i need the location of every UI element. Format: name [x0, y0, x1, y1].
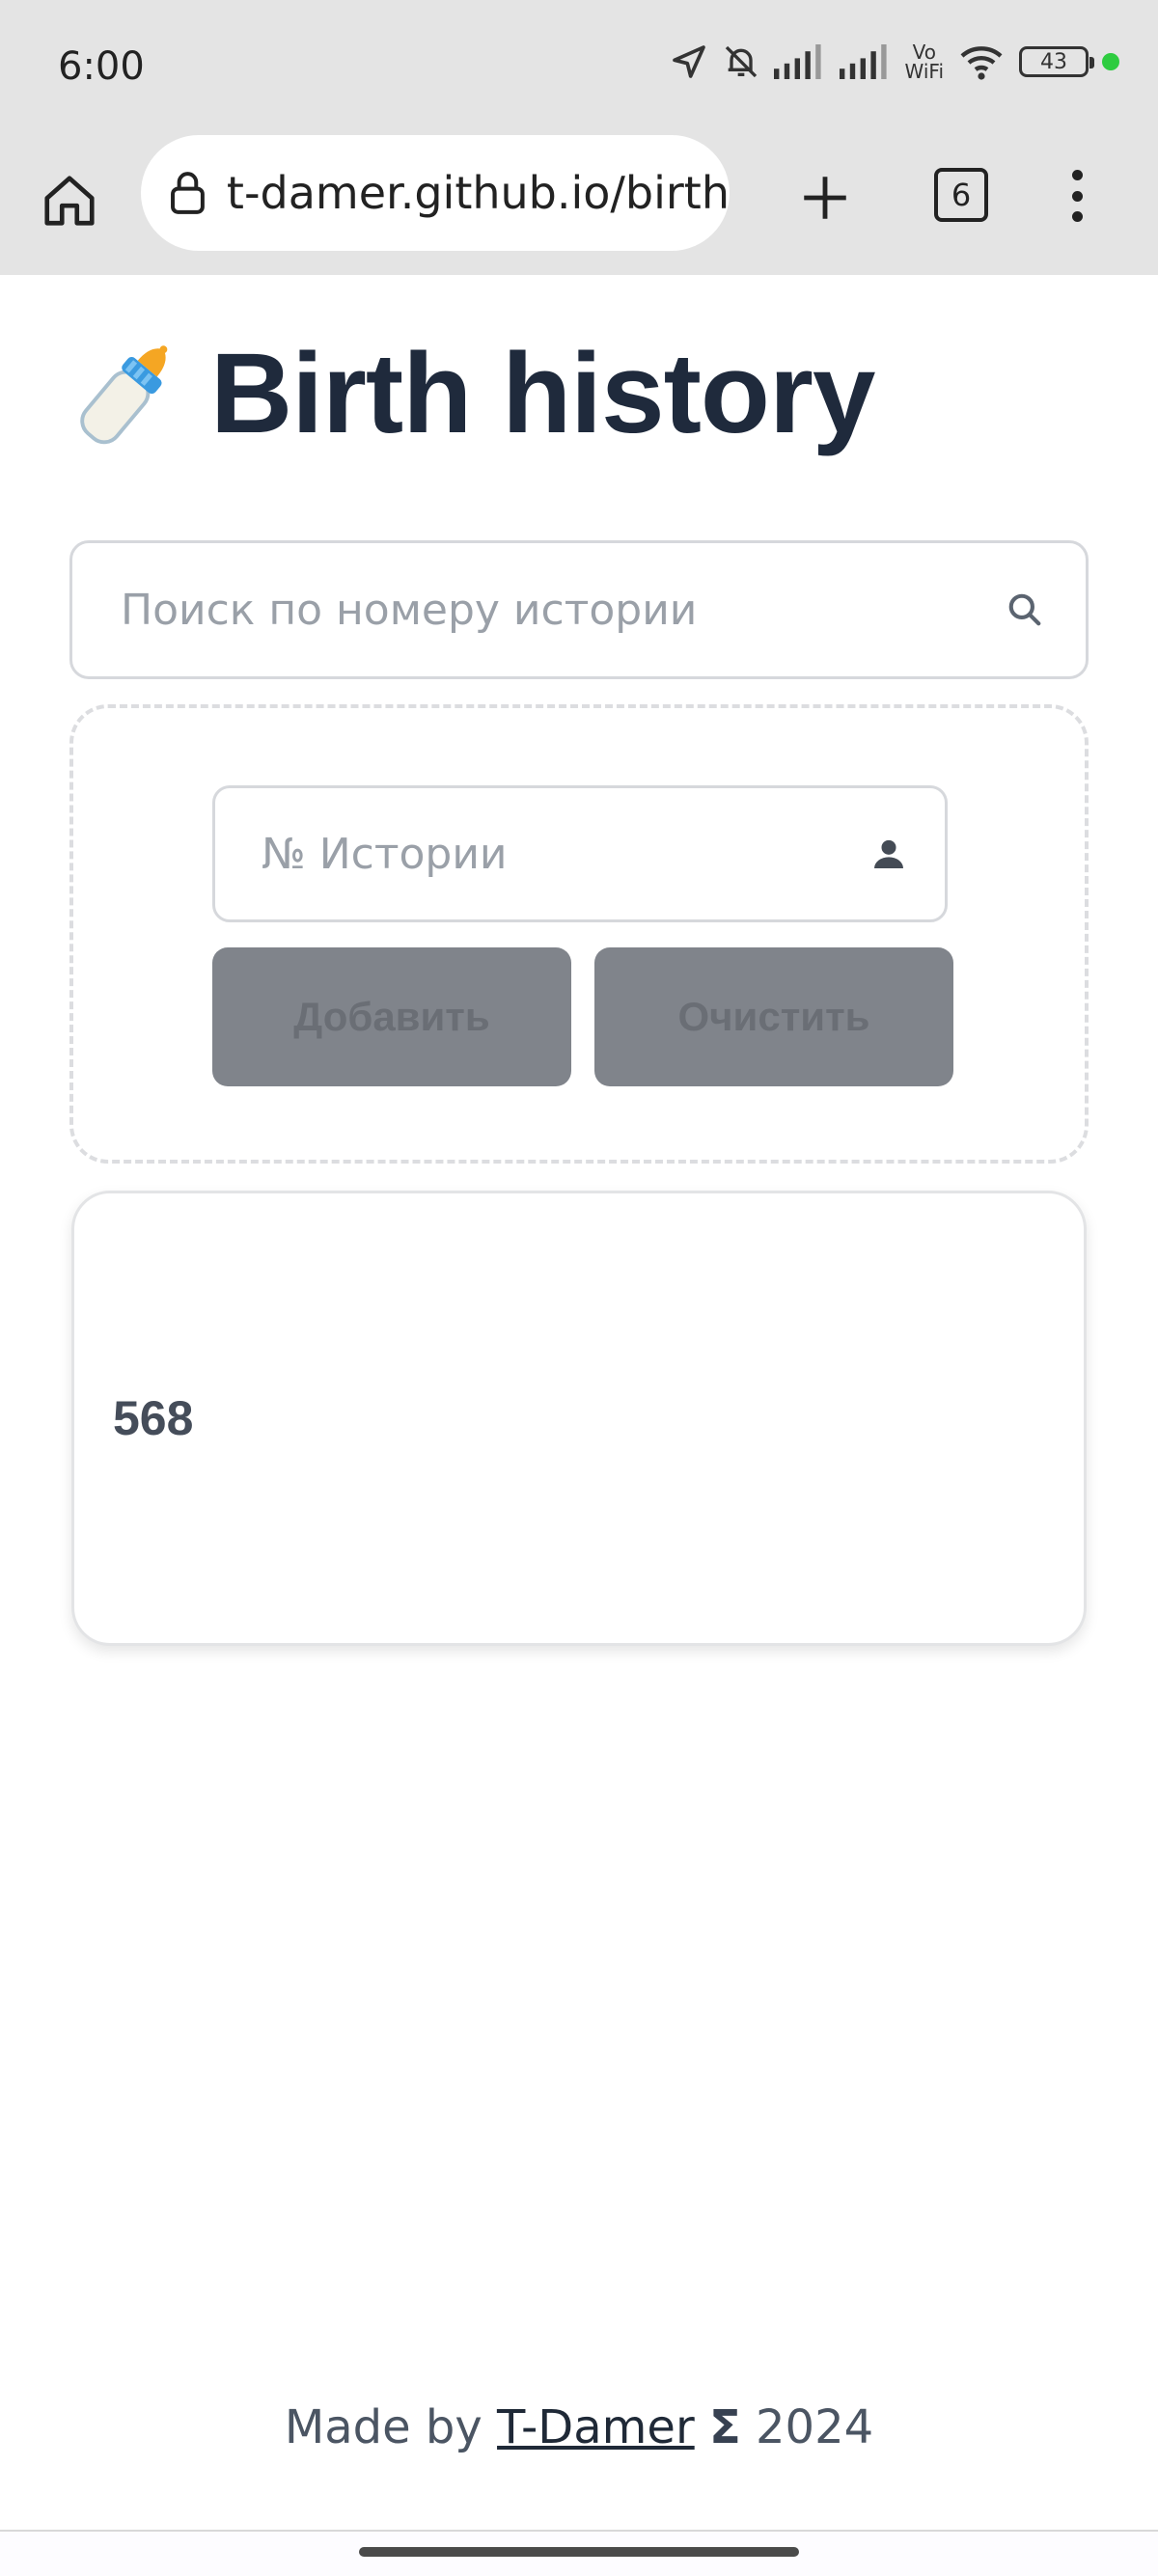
add-button[interactable]: Добавить	[212, 947, 571, 1086]
footer-year: 2024	[756, 2400, 874, 2454]
vowifi-bottom: WiFi	[904, 60, 945, 83]
status-green-dot	[1102, 53, 1119, 70]
search-input[interactable]	[121, 585, 1006, 635]
battery-icon: 43	[1019, 46, 1094, 77]
vowifi-icon: Vo WiFi	[905, 42, 945, 81]
status-time: 6:00	[58, 44, 145, 89]
add-record-panel: Добавить Очистить	[69, 704, 1089, 1164]
tabs-button[interactable]: 6	[934, 168, 988, 222]
record-number: 568	[113, 1391, 194, 1445]
search-box	[69, 540, 1089, 679]
gesture-handle[interactable]	[359, 2547, 799, 2557]
history-number-input[interactable]	[262, 829, 869, 879]
wifi-icon	[960, 46, 1003, 80]
menu-dot	[1071, 170, 1083, 180]
menu-dot	[1071, 190, 1083, 202]
signal-icon	[773, 44, 821, 79]
page-title-text: Birth history	[210, 330, 875, 457]
footer: Made by T-Damer Σ 2024	[0, 2400, 1158, 2454]
sigma-symbol: Σ	[708, 2400, 741, 2454]
signal-icon	[839, 44, 887, 79]
lock-icon	[171, 172, 205, 214]
vowifi-top: Vo	[912, 41, 936, 64]
record-card[interactable]: 568	[71, 1191, 1087, 1646]
footer-made-by: Made by	[284, 2400, 482, 2454]
clear-button[interactable]: Очистить	[594, 947, 953, 1086]
page-title: Birth history	[64, 328, 875, 459]
status-bar: 6:00 Vo WiFi 43	[0, 0, 1158, 135]
location-icon	[672, 45, 705, 78]
bell-off-icon	[725, 45, 757, 78]
baby-bottle-icon	[80, 345, 168, 445]
menu-dot	[1071, 211, 1083, 222]
status-icons: Vo WiFi 43	[670, 42, 1119, 81]
search-icon[interactable]	[1006, 591, 1043, 628]
more-vert-icon[interactable]	[1058, 162, 1096, 230]
browser-toolbar: t-damer.github.io/birth 6	[0, 135, 1158, 275]
plus-icon	[804, 177, 846, 219]
home-icon	[44, 176, 95, 226]
home-button[interactable]	[33, 164, 106, 237]
url-bar[interactable]: t-damer.github.io/birth	[141, 135, 730, 251]
author-link[interactable]: T-Damer	[497, 2400, 695, 2454]
url-text: t-damer.github.io/birth	[226, 167, 730, 219]
user-icon	[874, 839, 903, 868]
history-number-box	[212, 785, 948, 922]
new-tab-button[interactable]	[791, 164, 859, 232]
